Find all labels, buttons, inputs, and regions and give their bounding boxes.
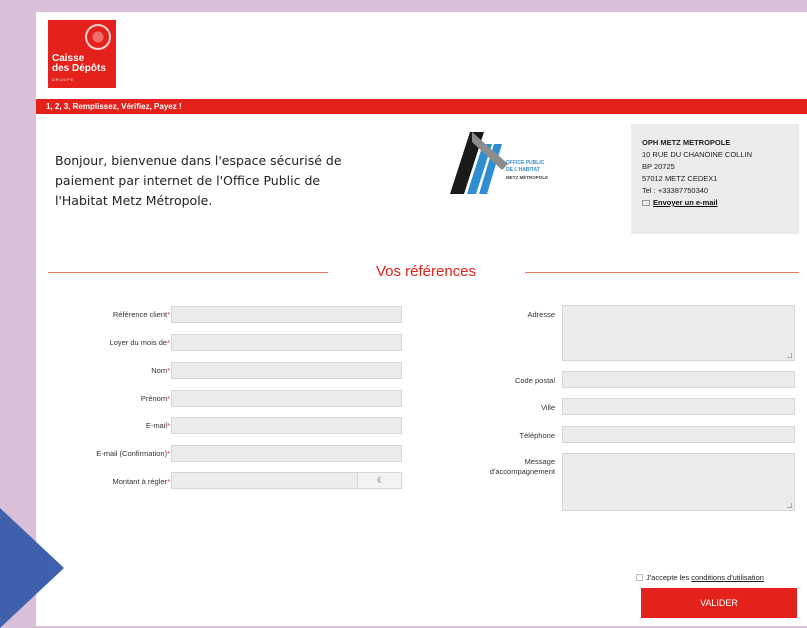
email-input[interactable]: [171, 417, 402, 434]
label-montant: Montant à régler*: [112, 477, 170, 486]
email-confirmation-input[interactable]: [171, 445, 402, 462]
contact-bp: BP 20725: [642, 162, 675, 171]
label-reference-client: Référence client*: [112, 310, 170, 319]
oph-logo-icon: [450, 132, 508, 194]
label-loyer-mois: Loyer du mois de*: [109, 338, 170, 347]
logo-line2: des Dépôts: [52, 63, 106, 74]
label-ville: Ville: [540, 403, 555, 412]
resize-handle-icon[interactable]: [787, 353, 792, 358]
envelope-icon: [642, 200, 650, 206]
message-textarea[interactable]: [562, 453, 795, 511]
contact-tel: Tel : +33387750340: [642, 186, 709, 195]
resize-handle-icon[interactable]: [787, 503, 792, 508]
montant-input[interactable]: €: [171, 472, 402, 489]
contact-address: 10 RUE DU CHANOINE COLLIN: [642, 150, 753, 159]
oph-line1: OFFICE PUBLIC: [506, 160, 545, 166]
contact-box: OPH METZ METROPOLE 10 RUE DU CHANOINE CO…: [631, 124, 799, 234]
seal-icon: [85, 24, 111, 50]
send-email-link[interactable]: Envoyer un e-mail: [653, 198, 718, 207]
steps-banner: 1, 2, 3, Remplissez, Vérifiez, Payez !: [36, 99, 807, 114]
loyer-mois-input[interactable]: [171, 334, 402, 351]
label-nom: Nom*: [151, 366, 170, 375]
oph-line3: METZ MÉTROPOLE: [506, 175, 548, 180]
oph-line2: DE L'HABITAT: [506, 167, 540, 173]
code-postal-input[interactable]: [562, 371, 795, 388]
prenom-input[interactable]: [171, 390, 402, 407]
email-row: Envoyer un e-mail: [642, 197, 799, 209]
nom-input[interactable]: [171, 362, 402, 379]
telephone-input[interactable]: [562, 426, 795, 443]
section-divider-left: [48, 272, 328, 273]
logo-sub: GROUPE: [52, 77, 75, 82]
euro-icon: €: [357, 473, 401, 488]
oph-logo: OFFICE PUBLIC DE L'HABITAT METZ MÉTROPOL…: [450, 126, 580, 200]
contact-city: 57012 METZ CEDEX1: [642, 174, 718, 183]
adresse-textarea[interactable]: [562, 305, 795, 361]
label-adresse: Adresse: [527, 310, 555, 319]
label-telephone: Téléphone: [519, 431, 555, 440]
label-code-postal: Code postal: [514, 376, 555, 385]
contact-org: OPH METZ METROPOLE: [642, 138, 731, 147]
label-email-confirmation: E-mail (Confirmation)*: [96, 449, 170, 458]
terms-link[interactable]: conditions d'utilisation: [691, 573, 764, 582]
section-divider-right: [525, 272, 799, 273]
label-message: Message d'accompagnement: [489, 457, 555, 476]
decorative-arrow: [0, 508, 64, 628]
caisse-des-depots-logo: Caisse des Dépôts GROUPE: [48, 20, 116, 88]
section-title: Vos références: [375, 263, 477, 280]
label-prenom: Prénom*: [140, 394, 170, 403]
label-email: E-mail*: [145, 421, 170, 430]
terms-prefix: J'accepte les: [646, 573, 692, 582]
terms-checkbox[interactable]: [636, 574, 643, 581]
welcome-text: Bonjour, bienvenue dans l'espace sécuris…: [55, 153, 342, 208]
ville-input[interactable]: [562, 398, 795, 415]
terms-row: J'accepte les conditions d'utilisation: [636, 573, 764, 583]
validate-button[interactable]: VALIDER: [641, 588, 797, 618]
reference-client-input[interactable]: [171, 306, 402, 323]
